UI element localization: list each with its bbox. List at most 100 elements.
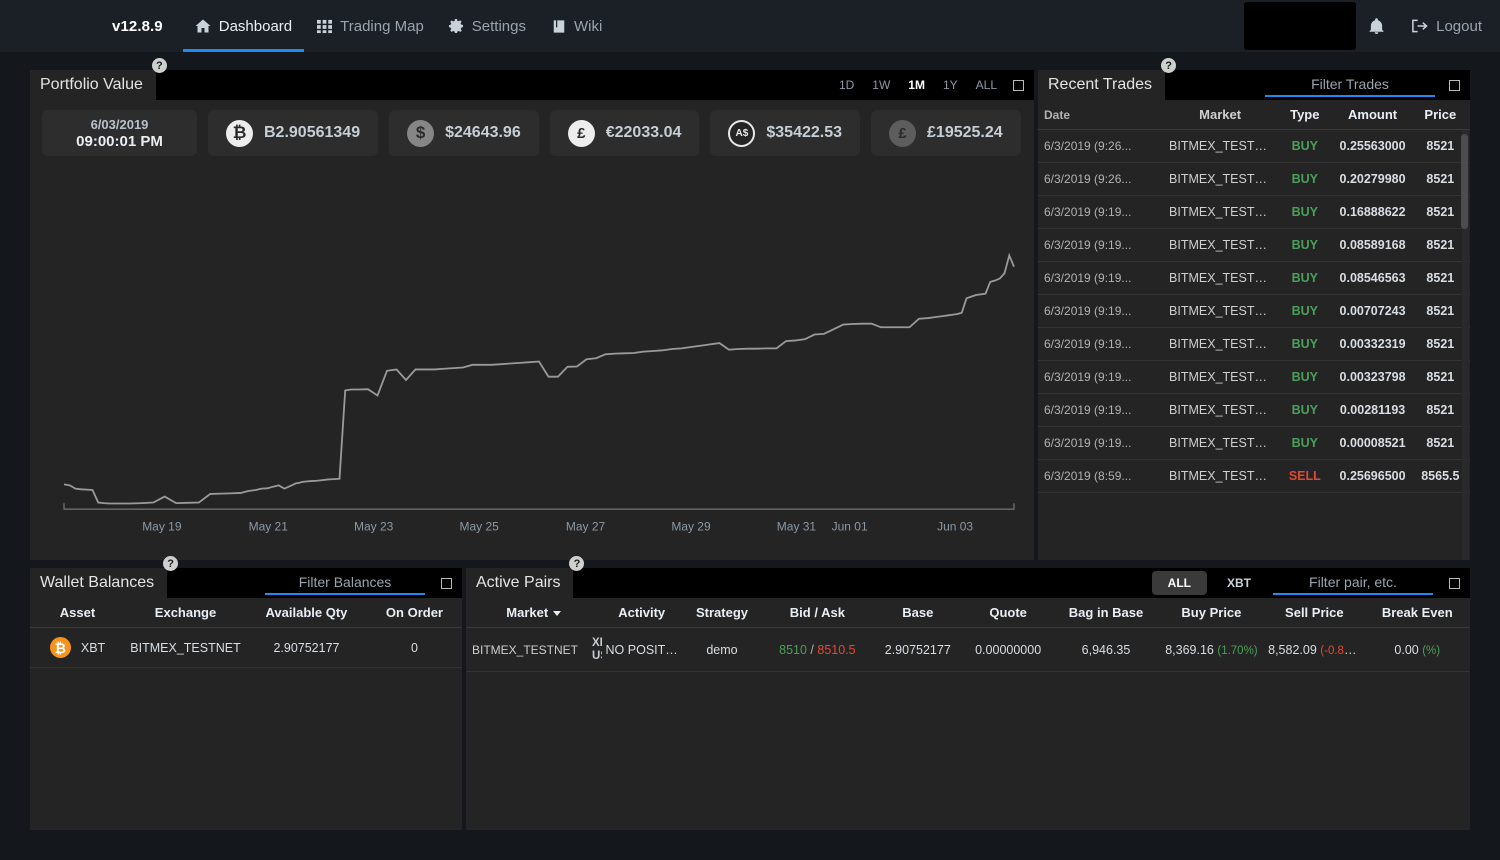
table-row[interactable]: 6/3/2019 (9:19... BITMEX_TESTN... BUY 0.085… [1038, 228, 1470, 262]
th-market[interactable]: Market [1165, 100, 1276, 130]
th-bid-ask[interactable]: Bid / Ask [762, 598, 873, 628]
nav-item-trading-map[interactable]: Trading Map [304, 0, 436, 52]
table-row[interactable]: 6/3/2019 (9:19... BITMEX_TESTN... BUY 0.003… [1038, 360, 1470, 394]
gbp-coin-icon: £ [889, 119, 917, 147]
pairs-maximize-icon[interactable] [1449, 577, 1460, 589]
active-pairs-table: Market Activity Strategy Bid / Ask Base … [466, 598, 1470, 673]
pairs-exchange: BITMEX_TESTNET [472, 642, 579, 657]
portfolio-help-icon[interactable]: ? [151, 58, 167, 73]
th-buy-price[interactable]: Buy Price [1158, 598, 1265, 628]
trades-maximize-icon[interactable] [1449, 79, 1460, 91]
table-row[interactable]: 6/3/2019 (9:19... BITMEX_TESTN... BUY 0.002… [1038, 393, 1470, 427]
th-base[interactable]: Base [872, 598, 963, 628]
table-row[interactable]: 6/3/2019 (9:19... BITMEX_TESTN... BUY 0.007… [1038, 294, 1470, 328]
trades-scrollbar-track[interactable] [1461, 130, 1469, 560]
logout-label: Logout [1436, 17, 1482, 35]
range-button-all[interactable]: ALL [968, 74, 1005, 96]
portfolio-head-spacer [167, 70, 831, 100]
pairs-break-even: 0.00 (%) [1364, 627, 1470, 673]
table-row[interactable]: 6/3/2019 (9:19... BITMEX_TESTN... BUY 0.085… [1038, 261, 1470, 295]
bell-icon[interactable] [1368, 17, 1385, 35]
trade-date: 6/3/2019 (9:19... [1038, 228, 1166, 262]
pairs-buy-price-pct: (1.70%) [1217, 644, 1258, 657]
book-icon [550, 18, 567, 35]
th-sell-price[interactable]: Sell Price [1264, 598, 1365, 628]
th-bag-in-base[interactable]: Bag in Base [1053, 598, 1159, 628]
trade-amount: 0.08546563 [1334, 261, 1411, 295]
range-button-1d[interactable]: 1D [831, 74, 862, 96]
table-row[interactable]: 6/3/2019 (9:19... BITMEX_TESTN... BUY 0.003… [1038, 327, 1470, 361]
th-strategy[interactable]: Strategy [681, 598, 763, 628]
wallet-asset-label: XBT [80, 640, 106, 655]
trade-type: BUY [1275, 261, 1335, 295]
recent-trades-tab[interactable]: Recent Trades [1038, 70, 1166, 100]
trade-type: BUY [1275, 393, 1335, 427]
th-price[interactable]: Price [1410, 100, 1470, 130]
range-button-1m[interactable]: 1M [900, 74, 933, 96]
th-activity[interactable]: Activity [601, 598, 682, 628]
chart-x-tick-label: Jun 03 [937, 520, 973, 534]
chevron-down-icon [553, 611, 562, 617]
table-row[interactable]: 6/3/2019 (9:26... BITMEX_TESTN... BUY 0.255… [1038, 130, 1470, 163]
wallet-help-icon[interactable]: ? [163, 556, 179, 571]
pairs-help-icon[interactable]: ? [569, 556, 585, 571]
th-exchange[interactable]: Exchange [125, 598, 246, 628]
th-amount[interactable]: Amount [1334, 100, 1411, 130]
recent-trades-panel: Recent Trades ? Date Market Type Amount … [1038, 58, 1470, 560]
trade-market: BITMEX_TESTN... [1165, 294, 1276, 328]
th-date[interactable]: Date [1038, 100, 1166, 130]
trade-type: BUY [1275, 228, 1335, 262]
pairs-head-spacer [584, 568, 1151, 598]
filter-trades-input[interactable] [1265, 73, 1435, 97]
table-row[interactable]: 6/3/2019 (8:59... BITMEX_TESTN... SELL 0.25… [1038, 459, 1470, 493]
wallet-balances-tab[interactable]: Wallet Balances [30, 568, 168, 598]
table-row[interactable]: ₿ XBT BITMEX_TESTNET 2.90752177 0 [30, 627, 462, 668]
portfolio-chart[interactable]: May 19 May 21 May 23 May 25 May 27 May 29 May … [42, 170, 1022, 550]
trade-date: 6/3/2019 (9:19... [1038, 327, 1166, 361]
recent-trades-table: Date Market Type Amount Price [1038, 100, 1470, 130]
table-row[interactable]: BITMEX_TESTNET XBT- USD NO POSITION demo… [466, 627, 1470, 673]
nav-item-wiki[interactable]: Wiki [538, 0, 614, 52]
trades-scrollbar-thumb[interactable] [1461, 134, 1468, 229]
portfolio-tab[interactable]: Portfolio Value [30, 70, 156, 100]
th-market[interactable]: Market [466, 598, 602, 628]
range-button-1y[interactable]: 1Y [935, 74, 966, 96]
table-row[interactable]: 6/3/2019 (9:19... BITMEX_TESTN... BUY 0.168… [1038, 195, 1470, 229]
filter-balances-input[interactable] [265, 571, 425, 595]
trade-market: BITMEX_TESTN... [1165, 130, 1276, 163]
trade-type-badge: BUY [1291, 370, 1318, 384]
portfolio-value-usd: $24643.96 [445, 124, 521, 141]
portfolio-card-usd: $ $24643.96 [389, 110, 539, 156]
th-break-even[interactable]: Break Even [1364, 598, 1470, 628]
trade-market: BITMEX_TESTN... [1165, 228, 1276, 262]
logout-button[interactable]: Logout [1411, 18, 1482, 35]
segment-button-xbt[interactable]: XBT [1211, 571, 1267, 595]
portfolio-date: 6/03/2019 [90, 116, 149, 132]
table-row[interactable]: 6/3/2019 (9:26... BITMEX_TESTN... BUY 0.202… [1038, 162, 1470, 196]
chart-x-tick-label: Jun 01 [832, 520, 868, 534]
trade-type-badge: BUY [1291, 238, 1318, 252]
nav-item-settings[interactable]: Settings [436, 0, 538, 52]
trade-amount: 0.16888622 [1334, 195, 1411, 229]
table-row[interactable]: 6/3/2019 (9:19... BITMEX_TESTN... BUY 0.000… [1038, 426, 1470, 460]
th-on-order[interactable]: On Order [366, 598, 462, 628]
nav-item-dashboard[interactable]: Dashboard [182, 0, 305, 52]
active-pairs-tab[interactable]: Active Pairs [466, 568, 574, 598]
filter-pairs-input[interactable] [1273, 571, 1433, 595]
recent-trades-scroll-area[interactable]: 6/3/2019 (9:26... BITMEX_TESTN... BUY 0.255… [1038, 130, 1470, 560]
trade-type-badge: SELL [1288, 469, 1321, 483]
recent-trades-header-row: Date Market Type Amount Price [1038, 100, 1470, 130]
chart-x-tick-label: May 31 [777, 520, 816, 534]
trades-help-icon[interactable]: ? [1161, 58, 1177, 73]
range-button-1w[interactable]: 1W [864, 74, 898, 96]
th-quote[interactable]: Quote [962, 598, 1054, 628]
home-icon [195, 18, 212, 35]
active-pairs-title: Active Pairs [476, 574, 561, 591]
th-available-qty[interactable]: Available Qty [245, 598, 367, 628]
th-type[interactable]: Type [1275, 100, 1335, 130]
th-asset[interactable]: Asset [30, 598, 126, 628]
wallet-maximize-icon[interactable] [441, 577, 452, 589]
pairs-bid-ask: 8510 / 8510.5 [762, 627, 873, 673]
maximize-icon[interactable] [1013, 79, 1024, 91]
segment-button-all[interactable]: ALL [1151, 571, 1207, 595]
